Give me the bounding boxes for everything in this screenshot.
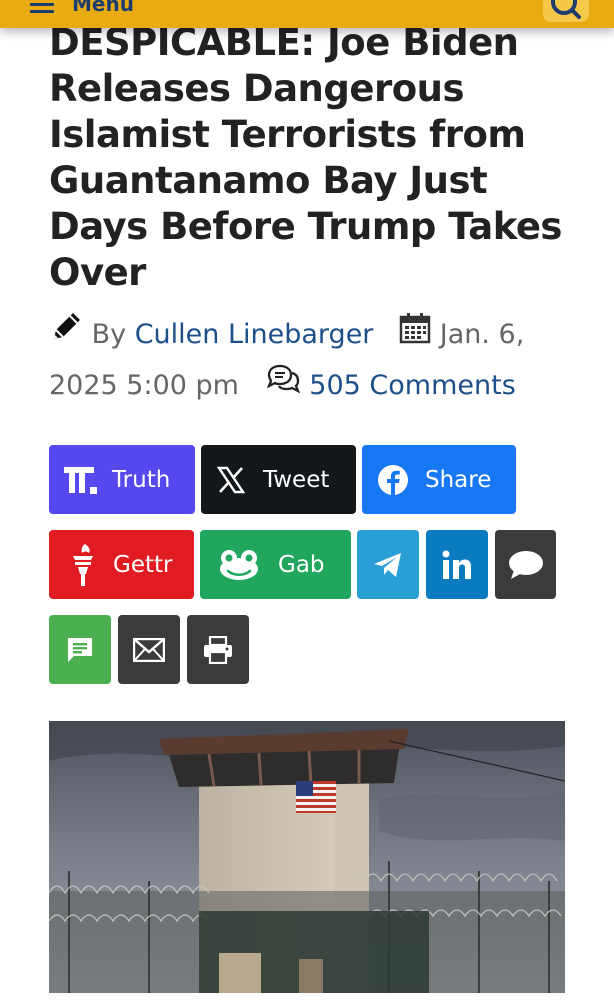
- menu-label: Menu: [72, 0, 134, 16]
- tweet-button[interactable]: Tweet: [201, 445, 356, 514]
- printer-icon: [203, 635, 233, 664]
- menu-button[interactable]: Menu: [30, 0, 134, 16]
- facebook-icon: [377, 464, 409, 496]
- article-image[interactable]: [49, 721, 565, 993]
- hamburger-icon: [30, 0, 56, 14]
- print-button[interactable]: [187, 615, 249, 684]
- sms-share-button[interactable]: [495, 530, 556, 599]
- x-icon: [217, 466, 245, 494]
- comments-icon: [265, 362, 301, 412]
- calendar-icon: [399, 311, 431, 361]
- gab-label: Gab: [278, 551, 325, 578]
- comment-share-button[interactable]: [49, 615, 111, 684]
- author-link[interactable]: Cullen Linebarger: [135, 319, 374, 350]
- truth-share-button[interactable]: Truth: [49, 445, 195, 514]
- article-title: DESPICABLE: Joe Biden Releases Dangerous…: [49, 21, 562, 294]
- tweet-label: Tweet: [263, 466, 330, 493]
- telegram-share-button[interactable]: [357, 530, 419, 599]
- facebook-share-button[interactable]: Share: [362, 445, 516, 514]
- gab-frog-icon: [218, 549, 260, 581]
- comments-link[interactable]: 505 Comments: [309, 370, 515, 401]
- truth-label: Truth: [112, 466, 171, 493]
- truth-social-icon: [64, 465, 98, 495]
- search-icon: [551, 0, 581, 19]
- by-label: By: [91, 319, 127, 350]
- chat-icon: [66, 636, 94, 664]
- search-button[interactable]: [543, 0, 589, 22]
- gab-share-button[interactable]: Gab: [200, 530, 351, 599]
- facebook-label: Share: [425, 466, 492, 493]
- gettr-label: Gettr: [113, 551, 173, 578]
- gettr-icon: [69, 542, 97, 588]
- linkedin-share-button[interactable]: [426, 530, 488, 599]
- top-bar: Menu: [0, 0, 614, 28]
- speech-bubble-icon: [508, 550, 544, 580]
- telegram-icon: [373, 552, 403, 578]
- linkedin-icon: [442, 550, 472, 580]
- byline: By Cullen Linebarger Jan. 6, 2025 5:00 p…: [49, 310, 589, 412]
- pencil-icon: [49, 310, 83, 361]
- american-flag: [296, 781, 336, 813]
- gettr-share-button[interactable]: Gettr: [49, 530, 194, 599]
- envelope-icon: [133, 637, 165, 662]
- email-share-button[interactable]: [118, 615, 180, 684]
